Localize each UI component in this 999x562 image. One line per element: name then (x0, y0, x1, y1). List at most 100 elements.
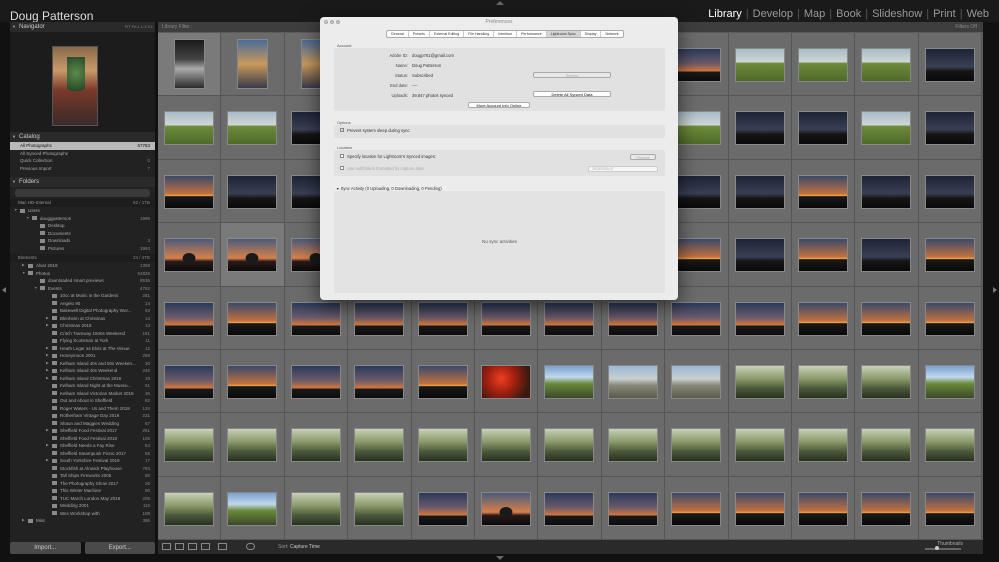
disclosure-right-icon[interactable]: ▶ (46, 315, 49, 323)
module-slideshow[interactable]: Slideshow (868, 8, 926, 20)
folder-item[interactable]: Shaun and Maggies Wedding 67 (10, 420, 155, 428)
thumbnail-cell[interactable] (791, 349, 856, 414)
folder-item[interactable]: Documents (10, 230, 155, 238)
folder-item[interactable]: ▶ Kelham Island 40s and 50s Weeken... 30 (10, 360, 155, 368)
thumbnail-cell[interactable] (791, 223, 856, 287)
prevent-sleep-checkbox[interactable]: ✓ Prevent system sleep during sync (340, 128, 410, 133)
thumbnail-cell[interactable] (538, 413, 602, 477)
catalog-header[interactable]: Catalog (10, 132, 155, 142)
more-account-info-button[interactable]: More Account Info Online (468, 102, 530, 108)
thumbnail-cell[interactable] (728, 223, 792, 287)
thumbnail-cell[interactable] (221, 223, 285, 287)
module-web[interactable]: Web (963, 8, 993, 20)
thumbnail-cell[interactable] (348, 413, 412, 477)
thumbnail-cell[interactable] (918, 159, 983, 224)
thumbnail-size-slider[interactable] (925, 548, 961, 550)
thumbnail-cell[interactable] (918, 96, 983, 160)
thumbnail-cell[interactable] (855, 286, 919, 350)
folder-item[interactable]: Pictures 1993 (10, 245, 155, 253)
disclosure-down-icon[interactable]: ▼ (34, 285, 37, 293)
folder-item[interactable]: 10cc at Music in the Gardens 281 (10, 292, 155, 300)
tab-network[interactable]: Network (601, 31, 622, 37)
thumbnail-cell[interactable] (284, 476, 349, 540)
catalog-item[interactable]: Quick Collection 0 (10, 157, 155, 165)
thumbnail-cell[interactable] (221, 159, 285, 224)
thumbnail-slider-knob[interactable] (935, 546, 939, 550)
tab-interface[interactable]: Interface (494, 31, 518, 37)
thumbnail-cell[interactable] (791, 159, 856, 224)
thumbnail-cell[interactable] (855, 159, 919, 224)
disclosure-right-icon[interactable]: ▶ (22, 262, 25, 270)
thumbnail-cell[interactable] (791, 286, 856, 350)
painter-icon[interactable] (246, 543, 255, 550)
navigator-zoom-options[interactable]: FIT FILL 1:1 3:1 (125, 24, 153, 29)
thumbnail-cell[interactable] (601, 349, 666, 414)
folder-item[interactable]: Flying Scotsman at York 11 (10, 337, 155, 345)
thumbnail-cell[interactable] (855, 33, 919, 97)
renew-button[interactable]: Renew (533, 72, 611, 78)
folder-item[interactable]: ▶ Christmas 2018 13 (10, 322, 155, 330)
use-subfolders-checkbox[interactable]: Use subfolders formatted by capture date… (340, 166, 425, 171)
folder-item[interactable]: ▼ Events 4782 (10, 285, 155, 293)
folder-item[interactable]: Wedding 2001 115 (10, 502, 155, 510)
thumbnail-cell[interactable] (158, 286, 222, 350)
thumbnail-cell[interactable] (601, 413, 666, 477)
folder-item[interactable]: ▶ Alvar 2019 1358 (10, 262, 155, 270)
disclosure-right-icon[interactable]: ▶ (46, 427, 49, 435)
thumbnail-cell[interactable] (538, 476, 602, 540)
thumbnail-cell[interactable] (791, 413, 856, 477)
thumbnail-cell[interactable] (474, 349, 539, 414)
folder-item[interactable]: Out and About in Sheffield 82 (10, 397, 155, 405)
tab-external-editing[interactable]: External Editing (430, 31, 465, 37)
filter-presets[interactable]: Filters Off (955, 24, 977, 30)
thumbnail-cell[interactable] (728, 286, 792, 350)
thumbnail-cell[interactable] (158, 349, 222, 414)
folder-item[interactable]: ▶ Kelham Island Christmas 2016 19 (10, 375, 155, 383)
thumbnail-cell[interactable] (158, 96, 222, 160)
disclosure-right-icon[interactable]: ▶ (46, 360, 49, 368)
thumbnail-cell[interactable] (791, 476, 856, 540)
thumbnail-cell[interactable] (791, 96, 856, 160)
folder-item[interactable]: Wex Workshop with 108 (10, 510, 155, 518)
thumbnail-cell[interactable] (601, 476, 666, 540)
folder-item[interactable]: Rotherham Vintage Day 2019 231 (10, 412, 155, 420)
minimize-window-icon[interactable] (330, 20, 334, 24)
tab-presets[interactable]: Presets (409, 31, 430, 37)
thumbnail-cell[interactable] (221, 413, 285, 477)
folder-item[interactable]: ▼ douggpatterson 1996 (10, 215, 155, 223)
module-map[interactable]: Map (800, 8, 829, 20)
navigator-preview[interactable] (10, 32, 155, 132)
thumbnail-cell[interactable] (665, 413, 729, 477)
folder-item[interactable]: This Winter Machine 90 (10, 487, 155, 495)
disclosure-right-icon[interactable]: ▶ (46, 322, 49, 330)
left-panel-toggle-icon[interactable] (2, 287, 6, 293)
thumbnail-cell[interactable] (158, 476, 222, 540)
close-window-icon[interactable] (324, 20, 328, 24)
disclosure-right-icon[interactable]: ▶ (46, 352, 49, 360)
disclosure-right-icon[interactable]: ▶ (46, 345, 49, 353)
thumbnail-cell[interactable] (665, 476, 729, 540)
module-book[interactable]: Book (832, 8, 865, 20)
folder-item[interactable]: Roger Waters - Us and Them 2018 134 (10, 405, 155, 413)
folder-item[interactable]: ▶ South Yorkshire Festival 2019 17 (10, 457, 155, 465)
export-button[interactable]: Export... (84, 542, 155, 554)
volume-mac-hd[interactable]: Mac HD-Internal 62 / 1TB (10, 199, 155, 207)
folder-item[interactable]: Bakewell Digital Photography Wor... 93 (10, 307, 155, 315)
thumbnail-cell[interactable] (728, 159, 792, 224)
thumbnail-cell[interactable] (158, 413, 222, 477)
thumbnail-cell[interactable] (855, 223, 919, 287)
module-print[interactable]: Print (929, 8, 960, 20)
thumbnail-cell[interactable] (728, 96, 792, 160)
folder-item[interactable]: Angelo 90 14 (10, 300, 155, 308)
thumbnail-cell[interactable] (918, 286, 983, 350)
thumbnail-cell[interactable] (411, 349, 475, 414)
folder-item[interactable]: ▶ Sheffield Food Festival 2017 251 (10, 427, 155, 435)
loupe-view-icon[interactable] (175, 543, 184, 550)
folder-item[interactable]: ▶ Honeymoon 2001 269 (10, 352, 155, 360)
tab-general[interactable]: General (387, 31, 409, 37)
thumbnail-cell[interactable] (918, 476, 983, 540)
thumbnail-cell[interactable] (158, 223, 222, 287)
thumbnail-cell[interactable] (411, 413, 475, 477)
disclosure-down-icon[interactable]: ▼ (26, 215, 29, 223)
disclosure-down-icon[interactable]: ▼ (22, 270, 25, 278)
